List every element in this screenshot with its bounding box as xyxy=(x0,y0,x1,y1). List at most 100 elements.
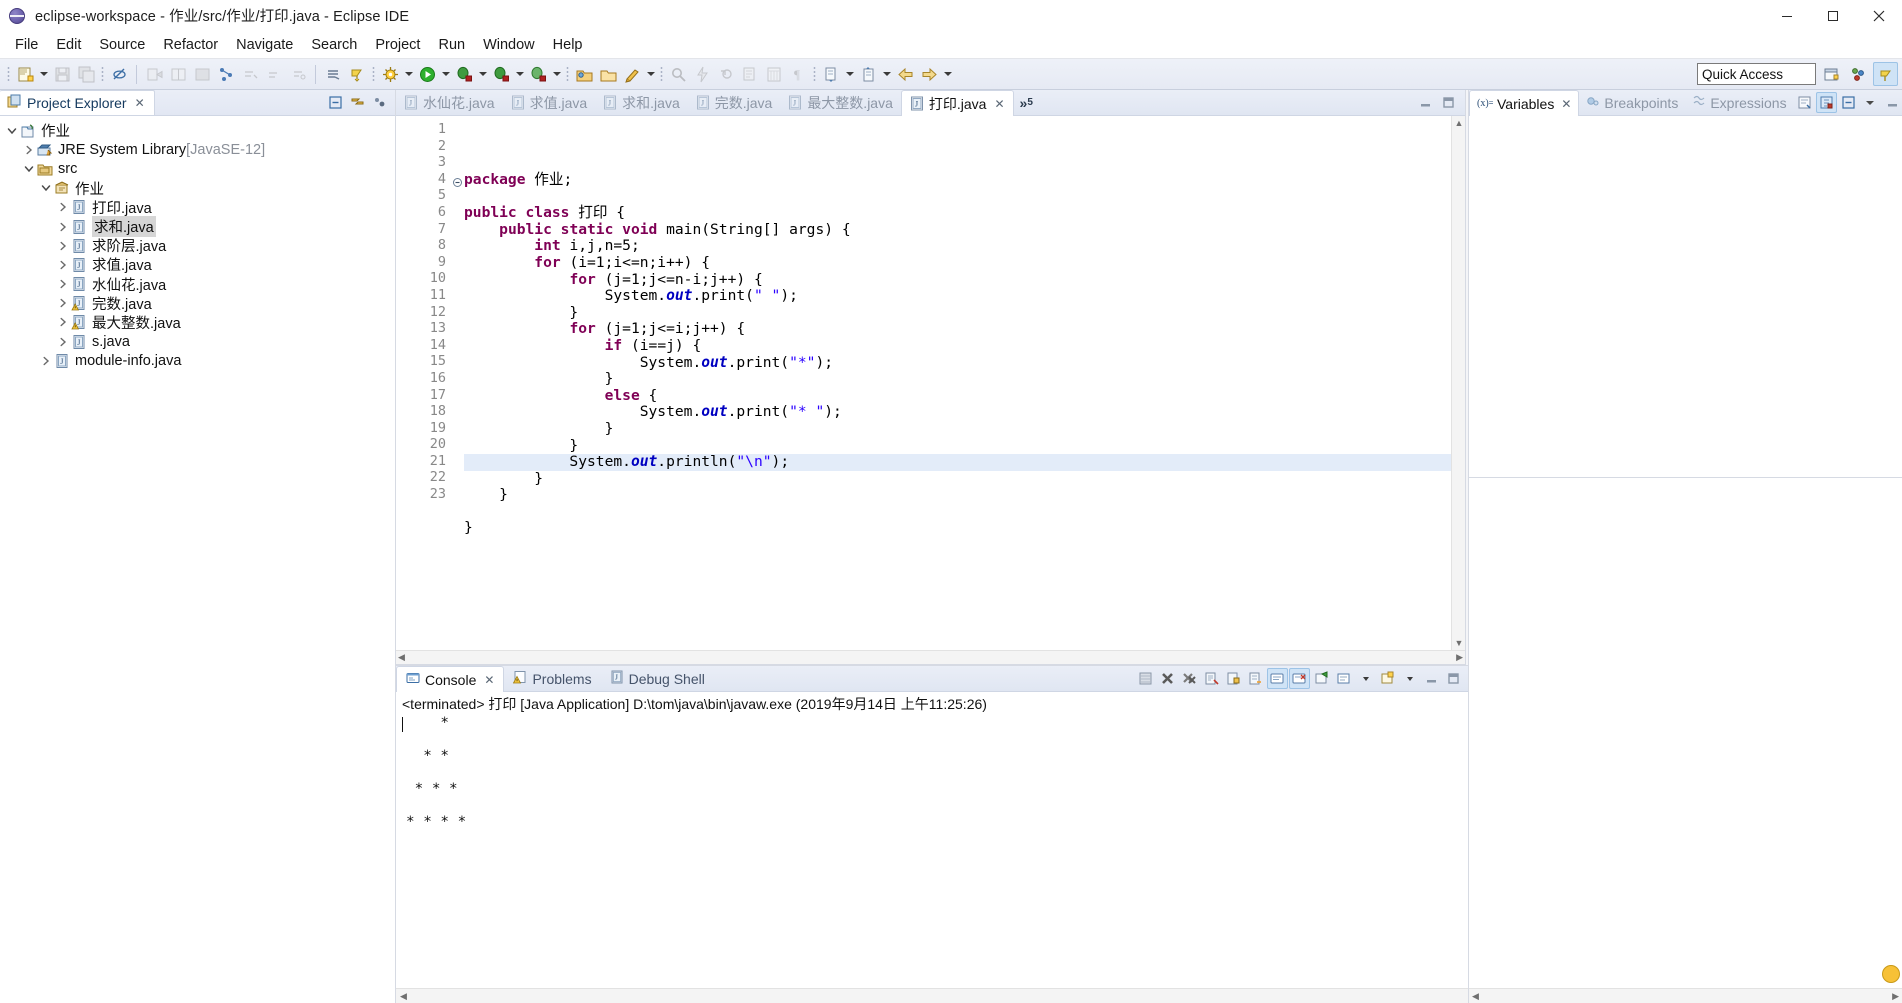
tree-item-作业[interactable]: 作业 xyxy=(0,121,395,140)
maximize-console-icon[interactable] xyxy=(1443,668,1464,689)
tree-item-src[interactable]: src xyxy=(0,159,395,178)
chevron-right-icon[interactable] xyxy=(55,276,71,292)
code-line-2[interactable] xyxy=(464,189,1451,206)
code-line-13[interactable]: } xyxy=(464,370,1451,388)
tab-project-explorer[interactable]: Project Explorer ✕ xyxy=(0,90,155,115)
menu-source[interactable]: Source xyxy=(90,33,154,58)
link-icon[interactable] xyxy=(214,62,238,86)
editor-tab-完数.java[interactable]: J 完数.java xyxy=(688,90,781,115)
remove-all-terminated-icon[interactable] xyxy=(1179,668,1200,689)
debug-mode-icon[interactable] xyxy=(345,62,369,86)
display-selected-console-icon[interactable] xyxy=(1289,668,1310,689)
code-line-21[interactable] xyxy=(464,504,1451,521)
chevron-right-icon[interactable] xyxy=(55,257,71,273)
editor-horizontal-scrollbar[interactable]: ◀ ▶ xyxy=(396,650,1465,664)
previous-annotation-icon[interactable] xyxy=(262,62,286,86)
code-line-7[interactable]: for (j=1;j<=n-i;j++) { xyxy=(464,271,1451,289)
code-line-22[interactable]: } xyxy=(464,520,1451,537)
scroll-lock-icon[interactable] xyxy=(1201,668,1222,689)
folding-ruler[interactable] xyxy=(452,116,464,650)
open-console-arrow[interactable] xyxy=(1355,668,1376,689)
floating-action-icon[interactable] xyxy=(1882,965,1900,983)
last-edit-icon[interactable] xyxy=(286,62,310,86)
minimize-console-icon[interactable] xyxy=(1421,668,1442,689)
menu-refactor[interactable]: Refactor xyxy=(154,33,227,58)
word-wrap-icon[interactable] xyxy=(1245,668,1266,689)
open-perspective-icon[interactable] xyxy=(1819,62,1844,86)
code-line-8[interactable]: System.out.print(" "); xyxy=(464,287,1451,305)
collapse-all-icon[interactable] xyxy=(325,92,346,113)
chevron-down-icon[interactable] xyxy=(38,180,54,196)
code-line-4[interactable]: public static void main(String[] args) { xyxy=(464,221,1451,239)
code-line-23[interactable] xyxy=(464,537,1451,554)
previous-edit-arrow[interactable] xyxy=(880,62,893,86)
next-edit-icon[interactable] xyxy=(819,62,843,86)
code-line-20[interactable]: } xyxy=(464,486,1451,504)
forward-arrow[interactable] xyxy=(941,62,954,86)
chevron-down-icon[interactable] xyxy=(4,123,20,139)
close-icon[interactable] xyxy=(1856,0,1902,32)
code-line-1[interactable]: package 作业; xyxy=(464,171,1451,189)
scroll-left-icon[interactable]: ◀ xyxy=(1472,991,1479,1002)
save-icon[interactable] xyxy=(50,62,74,86)
menu-edit[interactable]: Edit xyxy=(47,33,90,58)
scroll-down-icon[interactable]: ▼ xyxy=(1452,636,1466,650)
tree-item-打印.java[interactable]: J 打印.java xyxy=(0,198,395,217)
tree-item-求和.java[interactable]: J 求和.java xyxy=(0,216,395,238)
clear-console-icon[interactable] xyxy=(1135,668,1156,689)
show-view-icon[interactable] xyxy=(762,62,786,86)
open-type-icon[interactable] xyxy=(166,62,190,86)
menu-search[interactable]: Search xyxy=(302,33,366,58)
editor-tab-求值.java[interactable]: J 求值.java xyxy=(503,90,596,115)
menu-window[interactable]: Window xyxy=(474,33,544,58)
run-last-tool-icon[interactable] xyxy=(142,62,166,86)
menu-navigate[interactable]: Navigate xyxy=(227,33,302,58)
coverage-dropdown-arrow[interactable] xyxy=(513,62,526,86)
coverage-icon[interactable] xyxy=(489,62,513,86)
variables-tab-variables[interactable]: (x)= Variables ✕ xyxy=(1469,90,1580,116)
quick-access-input[interactable]: Quick Access xyxy=(1697,63,1816,85)
open-task-icon[interactable] xyxy=(190,62,214,86)
view-menu-icon[interactable] xyxy=(1860,92,1881,113)
variables-detail-pane[interactable] xyxy=(1469,478,1902,988)
editor-tabs-overflow[interactable]: » 5 xyxy=(1014,90,1039,115)
variables-tab-breakpoints[interactable]: Breakpoints xyxy=(1579,90,1685,115)
chevron-right-icon[interactable] xyxy=(55,199,71,215)
pin-console-icon[interactable] xyxy=(1311,668,1332,689)
debug-dropdown-arrow[interactable] xyxy=(476,62,489,86)
search-icon[interactable] xyxy=(666,62,690,86)
chevron-right-icon[interactable] xyxy=(55,238,71,254)
debug-icon[interactable] xyxy=(452,62,476,86)
fold-collapse-icon[interactable] xyxy=(453,175,462,187)
new-java-project-icon[interactable] xyxy=(572,62,596,86)
tree-item-求值.java[interactable]: J 求值.java xyxy=(0,255,395,274)
next-annotation-icon[interactable] xyxy=(238,62,262,86)
tree-item-JRESystemLibrary[interactable]: JRE System Library [JavaSE-12] xyxy=(0,140,395,159)
menu-run[interactable]: Run xyxy=(429,33,474,58)
code-line-15[interactable]: System.out.print("* "); xyxy=(464,404,1451,421)
refactor-icon[interactable] xyxy=(714,62,738,86)
chevron-right-icon[interactable] xyxy=(55,334,71,350)
back-icon[interactable] xyxy=(893,62,917,86)
menu-project[interactable]: Project xyxy=(366,33,429,58)
project-tree[interactable]: 作业 JRE System Library [JavaSE-12] src 作业 J 打印… xyxy=(0,116,395,1003)
next-edit-arrow[interactable] xyxy=(843,62,856,86)
chevron-right-icon[interactable] xyxy=(38,353,54,369)
run-icon[interactable] xyxy=(415,62,439,86)
previous-edit-icon[interactable] xyxy=(856,62,880,86)
console-tab-debug-shell[interactable]: J Debug Shell xyxy=(601,666,714,691)
debug-perspective-icon[interactable] xyxy=(1873,62,1898,86)
code-line-17[interactable]: } xyxy=(464,437,1451,455)
scroll-right-icon[interactable]: ▶ xyxy=(1892,991,1899,1002)
toggle-breadcrumb-icon[interactable] xyxy=(107,62,131,86)
tree-item-最大整数.java[interactable]: J 最大整数.java xyxy=(0,313,395,332)
code-line-5[interactable]: int i,j,n=5; xyxy=(464,238,1451,255)
skip-breakpoints-icon[interactable] xyxy=(321,62,345,86)
close-icon[interactable]: ✕ xyxy=(135,96,145,110)
menu-file[interactable]: File xyxy=(6,33,47,58)
chevron-right-icon[interactable] xyxy=(55,314,71,330)
console-output-area[interactable]: <terminated> 打印 [Java Application] D:\to… xyxy=(396,692,1468,988)
tree-item-module-info.java[interactable]: Jmodule-info.java xyxy=(0,351,395,370)
close-icon[interactable]: ✕ xyxy=(1561,97,1571,111)
pilcrow-icon[interactable]: ¶ xyxy=(786,62,810,86)
